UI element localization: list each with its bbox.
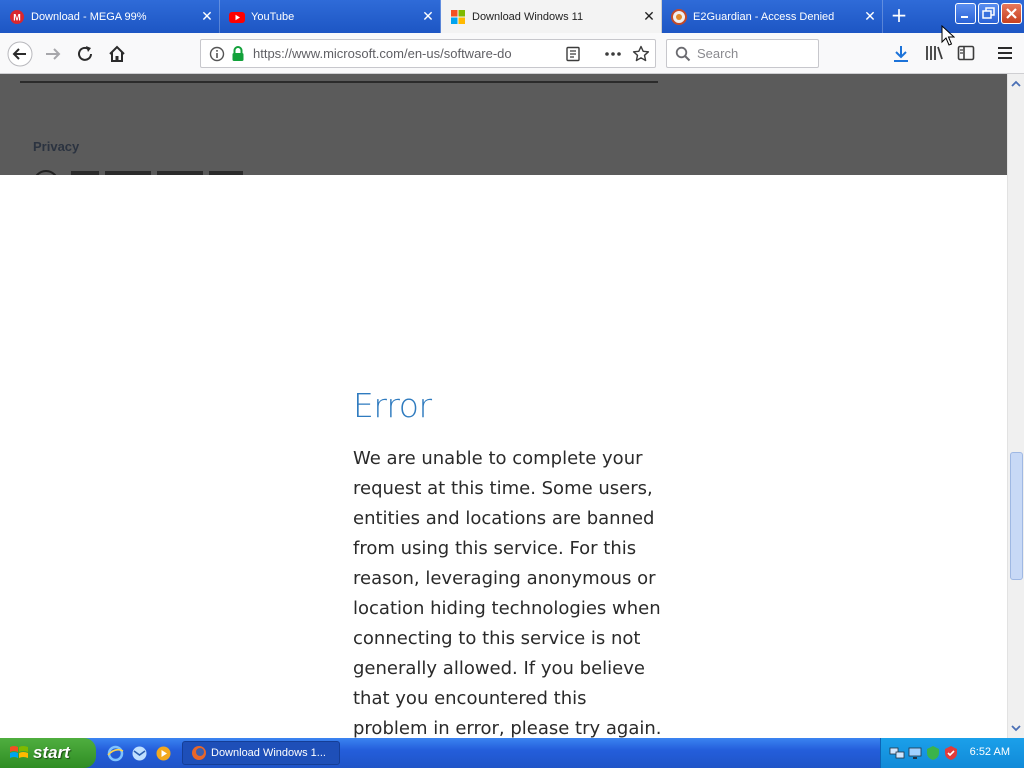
close-icon — [1006, 8, 1017, 19]
vertical-scrollbar[interactable] — [1007, 74, 1024, 738]
tab-mega[interactable]: M Download - MEGA 99% ✕ — [0, 0, 220, 33]
back-arrow-icon — [7, 41, 33, 67]
error-message-line: connecting to this service is not — [353, 628, 641, 649]
info-icon[interactable] — [209, 46, 225, 62]
restore-icon — [982, 7, 995, 19]
reload-button[interactable] — [72, 41, 98, 67]
home-icon — [109, 45, 125, 62]
display-icon[interactable] — [907, 745, 923, 761]
error-message-line: request at this time. Some users, — [353, 478, 653, 499]
error-message-line: from using this service. For this — [353, 538, 637, 559]
forward-button[interactable] — [40, 41, 66, 67]
downloads-icon[interactable] — [892, 44, 910, 64]
reload-icon — [78, 46, 92, 61]
error-message-line: location hiding technologies when — [353, 598, 661, 619]
mouse-cursor-icon — [941, 25, 955, 46]
new-tab-button[interactable]: + — [884, 0, 914, 33]
error-message: We are unable to complete your request a… — [353, 444, 673, 738]
sidebar-icon[interactable] — [957, 44, 975, 62]
error-message-line: generally allowed. If you believe — [353, 658, 645, 679]
close-tab-icon[interactable]: ✕ — [637, 8, 661, 25]
tab-label: E2Guardian - Access Denied — [693, 10, 835, 23]
page-actions-icon[interactable] — [604, 46, 622, 62]
tab-label: YouTube — [251, 10, 295, 23]
search-input[interactable] — [695, 45, 813, 62]
clock: 6:52 AM — [969, 746, 1010, 758]
mega-icon: M — [10, 9, 24, 24]
radio-icon — [33, 170, 59, 175]
start-button[interactable]: start — [0, 738, 96, 768]
tab-label: Download - MEGA 99% — [31, 10, 147, 23]
back-button[interactable] — [7, 41, 33, 67]
error-message-line: problem in error, please try again. — [353, 718, 662, 738]
taskbar: start Download Windows 1... 6:52 AM — [0, 738, 1024, 768]
tab-youtube[interactable]: YouTube ✕ — [220, 0, 441, 33]
navigation-toolbar: https://www.microsoft.com/en-us/software… — [0, 33, 1024, 74]
firefox-icon — [192, 746, 206, 760]
start-label: start — [33, 743, 70, 762]
url-text[interactable]: https://www.microsoft.com/en-us/software… — [253, 46, 553, 61]
minimize-icon — [961, 16, 968, 18]
security-center-icon[interactable] — [925, 745, 941, 761]
tab-e2guardian[interactable]: E2Guardian - Access Denied ✕ — [662, 0, 883, 33]
media-player-icon[interactable] — [155, 745, 172, 762]
clipped-privacy-option — [33, 168, 273, 175]
network-icon[interactable] — [889, 745, 905, 761]
error-message-line: entities and locations are banned — [353, 508, 655, 529]
windows-flag-icon — [10, 746, 28, 758]
hamburger-menu-icon[interactable] — [996, 45, 1014, 61]
tab-label: Download Windows 11 — [472, 10, 584, 23]
antivirus-shield-icon[interactable] — [943, 745, 959, 761]
dimmed-overlay: Privacy — [0, 74, 1007, 175]
forward-arrow-icon — [46, 48, 61, 60]
scroll-thumb[interactable] — [1010, 452, 1023, 580]
search-bar[interactable] — [666, 39, 819, 68]
error-message-line: that you encountered this — [353, 688, 587, 709]
tab-download-windows[interactable]: Download Windows 11 ✕ — [441, 0, 662, 33]
error-message-line: reason, leveraging anonymous or — [353, 568, 656, 589]
taskbar-item-firefox[interactable]: Download Windows 1... — [182, 741, 340, 765]
reader-view-icon[interactable] — [565, 46, 581, 62]
close-tab-icon[interactable]: ✕ — [858, 8, 882, 25]
divider — [20, 81, 658, 83]
svg-text:M: M — [13, 12, 21, 22]
privacy-label[interactable]: Privacy — [33, 139, 79, 154]
error-title: Error — [353, 386, 432, 425]
minimize-button[interactable] — [955, 3, 976, 24]
taskbar-item-label: Download Windows 1... — [211, 747, 326, 759]
e2guardian-icon — [671, 8, 687, 25]
outlook-express-icon[interactable] — [131, 745, 148, 762]
internet-explorer-icon[interactable] — [107, 745, 124, 762]
tab-strip: M Download - MEGA 99% ✕ YouTube ✕ Downlo… — [0, 0, 1024, 33]
search-icon — [675, 46, 691, 62]
restore-button[interactable] — [978, 3, 999, 24]
error-message-line: We are unable to complete your — [353, 448, 643, 469]
home-button[interactable] — [104, 41, 130, 67]
close-tab-icon[interactable]: ✕ — [416, 8, 440, 25]
scroll-up-arrow-icon[interactable] — [1008, 76, 1024, 92]
address-bar[interactable]: https://www.microsoft.com/en-us/software… — [200, 39, 656, 68]
system-tray: 6:52 AM — [880, 738, 1024, 768]
close-window-button[interactable] — [1001, 3, 1022, 24]
lock-icon[interactable] — [230, 45, 246, 62]
scroll-down-arrow-icon[interactable] — [1008, 720, 1024, 736]
bookmark-star-icon[interactable] — [632, 45, 650, 63]
close-tab-icon[interactable]: ✕ — [195, 8, 219, 25]
page-viewport: Privacy Error We are unable to complete … — [0, 74, 1007, 738]
windows-logo-icon — [451, 9, 465, 24]
youtube-icon — [229, 11, 245, 23]
